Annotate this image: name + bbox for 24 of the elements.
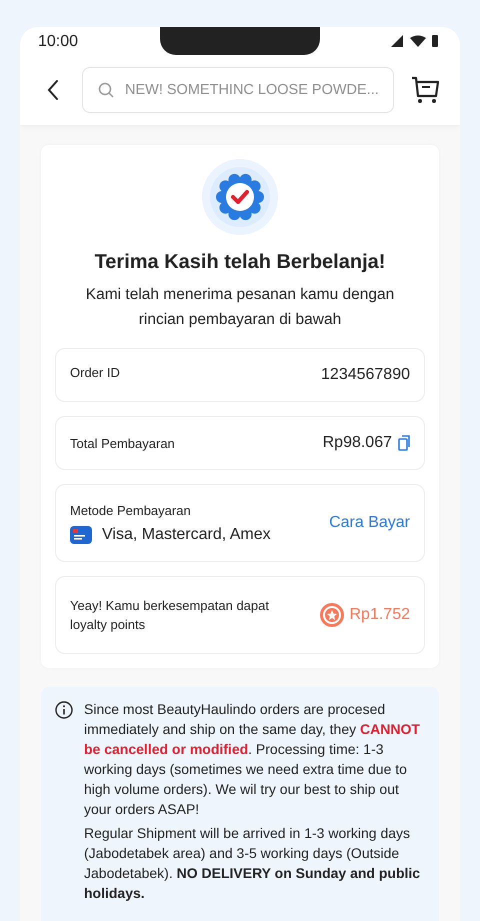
- verified-badge-icon: [202, 159, 278, 235]
- detail-label: Total Pembayaran: [70, 436, 175, 450]
- notice-paragraph: Since most BeautyHaulindo orders are procesed immediately and ship on the same day, they CANNOT be cancelled or modified. Processing time: 1-3 working days (sometimes we need extra time due to high volume orders). We wil try our best to ship out your orders ASAP!: [84, 700, 421, 819]
- detail-value: Rp98.067: [322, 434, 392, 452]
- points-value: Rp1.752: [350, 606, 410, 624]
- detail-label: Order ID: [70, 365, 120, 380]
- confirmation-message: Kami telah menerima pesanan kamu dengan rincian pembayaran di bawah: [84, 285, 396, 330]
- star-coin-icon: [320, 603, 344, 627]
- search-icon: [98, 82, 114, 98]
- detail-label: Metode Pembayaran: [70, 502, 192, 518]
- detail-value: 1234567890: [321, 366, 410, 384]
- search-field[interactable]: NEW! SOMETHINC LOOSE POWDE...: [82, 67, 394, 113]
- thank-you-title: Terima Kasih telah Berbelanja!: [94, 251, 386, 274]
- payment-method: Visa, Mastercard, Amex: [102, 526, 271, 544]
- loyalty-message: Yeay! Kamu berkesempatan dapat loyalty points: [70, 597, 270, 634]
- back-icon[interactable]: [46, 79, 60, 101]
- cart-icon[interactable]: [410, 74, 442, 106]
- status-icons: [390, 34, 440, 48]
- how-to-pay-link[interactable]: Cara Bayar: [329, 514, 410, 532]
- info-icon: [55, 701, 73, 719]
- copy-icon[interactable]: [398, 435, 410, 451]
- notice-paragraph: Regular Shipment will be arrived in 1-3 working days (Jabodetabek area) and 3-5 working days (Outside Jabodetabek). NO DELIVERY on Sunday and public holidays.: [84, 824, 422, 903]
- status-time: 10:00: [38, 32, 78, 50]
- card-icon: [70, 526, 92, 544]
